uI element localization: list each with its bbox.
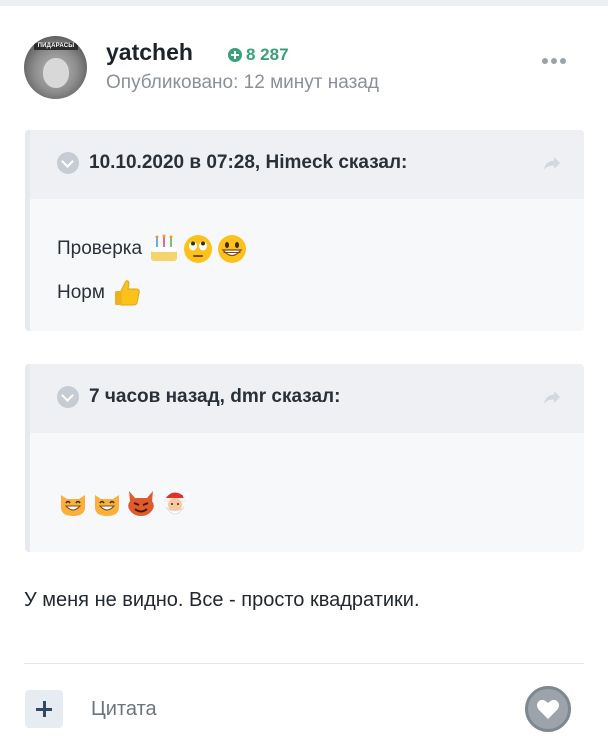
reputation-badge: 8 287 xyxy=(228,45,289,65)
post-message: У меня не видно. Все - просто квадратики… xyxy=(24,589,420,611)
quote-block: 10.10.2020 в 07:28, Himeck сказал: Прове… xyxy=(25,130,584,331)
quote-line: Проверка xyxy=(57,227,584,271)
quote-line: Норм xyxy=(57,271,584,315)
avatar[interactable]: ПИДАРАСЫ xyxy=(24,36,87,99)
author-name[interactable]: yatcheh xyxy=(106,39,193,66)
plus-circle-icon xyxy=(228,48,242,62)
quote-block: 7 часов назад, dmr сказал: xyxy=(25,364,584,552)
birthday-cake-icon xyxy=(151,234,178,261)
heart-icon[interactable] xyxy=(525,686,571,732)
quote-header: 7 часов назад, dmr сказал: xyxy=(30,364,584,433)
quote-line xyxy=(57,481,584,525)
rolling-eyes-face-icon xyxy=(184,235,213,263)
chevron-down-icon[interactable] xyxy=(57,386,79,408)
top-bar xyxy=(0,0,608,6)
reputation-value: 8 287 xyxy=(246,45,289,64)
avatar-face xyxy=(43,58,69,88)
grinning-cat-icon xyxy=(61,495,85,516)
quote-citation[interactable]: 7 часов назад, dmr сказал: xyxy=(89,386,340,408)
quote-body xyxy=(30,433,584,525)
chevron-down-icon[interactable] xyxy=(57,152,79,174)
more-horizontal-icon[interactable] xyxy=(542,58,566,64)
share-icon[interactable] xyxy=(542,387,562,407)
post-header: ПИДАРАСЫ yatcheh 8 287 Опубликовано: 12 … xyxy=(24,36,584,102)
quote-citation[interactable]: 10.10.2020 в 07:28, Himeck сказал: xyxy=(89,152,407,174)
thumbs-up-icon xyxy=(114,280,140,306)
avatar-caption: ПИДАРАСЫ xyxy=(34,43,78,50)
plus-icon[interactable] xyxy=(25,690,63,728)
santa-claus-icon xyxy=(164,492,189,515)
quote-text: Проверка xyxy=(57,238,143,259)
grinning-face-icon xyxy=(218,235,247,263)
grinning-cat-icon xyxy=(95,495,119,516)
published-time: Опубликовано: 12 минут назад xyxy=(106,72,379,93)
quote-text: Норм xyxy=(57,282,105,303)
share-icon[interactable] xyxy=(542,153,562,173)
quote-body: Проверка Норм xyxy=(30,199,584,315)
smiling-devil-icon xyxy=(128,491,154,516)
divider xyxy=(24,663,584,664)
quote-header: 10.10.2020 в 07:28, Himeck сказал: xyxy=(30,130,584,199)
quote-button[interactable]: Цитата xyxy=(91,698,157,721)
